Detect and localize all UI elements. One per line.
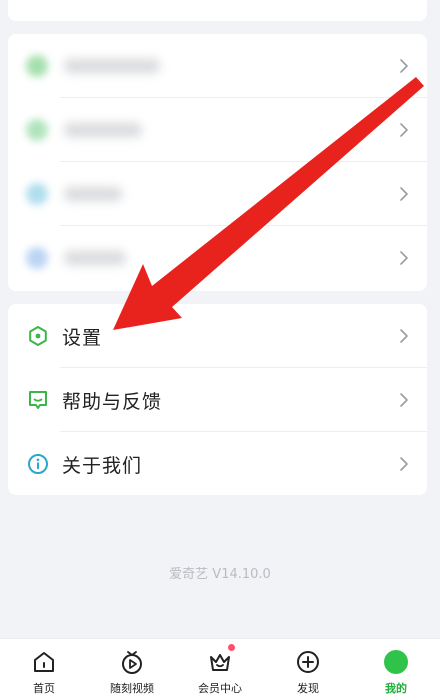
menu-item-help-feedback[interactable]: 帮助与反馈 xyxy=(8,368,427,432)
screen: 设置 帮助与反馈 关于我们 爱奇艺 V14.10.0 首页 随刻视频 会员中心 … xyxy=(0,0,440,700)
blurred-menu-card xyxy=(8,34,427,291)
settings-menu-card: 设置 帮助与反馈 关于我们 xyxy=(8,304,427,495)
notification-badge xyxy=(228,644,235,651)
avatar-icon xyxy=(382,648,410,676)
chevron-right-icon xyxy=(400,251,408,265)
tab-label: 随刻视频 xyxy=(110,682,154,695)
blurred-icon xyxy=(26,183,48,205)
blurred-icon xyxy=(26,247,48,269)
tab-home[interactable]: 首页 xyxy=(0,639,88,700)
blurred-row-2[interactable] xyxy=(8,98,427,162)
tab-label: 首页 xyxy=(33,682,55,695)
tab-label: 我的 xyxy=(385,682,407,695)
blurred-label xyxy=(64,251,126,265)
chevron-right-icon xyxy=(400,123,408,137)
tab-mine[interactable]: 我的 xyxy=(352,639,440,700)
bottom-tab-bar: 首页 随刻视频 会员中心 发现 我的 xyxy=(0,638,440,700)
avatar xyxy=(384,650,408,674)
chevron-right-icon xyxy=(400,393,408,407)
top-card xyxy=(8,0,427,21)
blurred-icon xyxy=(26,119,48,141)
play-tv-icon xyxy=(118,648,146,676)
crown-icon xyxy=(206,648,234,676)
blurred-icon xyxy=(26,55,48,77)
chat-bubble-icon xyxy=(26,388,50,412)
tab-suike-video[interactable]: 随刻视频 xyxy=(88,639,176,700)
chevron-right-icon xyxy=(400,329,408,343)
blurred-row-4[interactable] xyxy=(8,226,427,290)
chevron-right-icon xyxy=(400,457,408,471)
blurred-label xyxy=(64,59,160,73)
app-version: 爱奇艺 V14.10.0 xyxy=(169,567,271,582)
blurred-label xyxy=(64,187,122,201)
info-circle-icon xyxy=(26,452,50,476)
menu-item-settings[interactable]: 设置 xyxy=(8,304,427,368)
chevron-right-icon xyxy=(400,187,408,201)
blurred-row-3[interactable] xyxy=(8,162,427,226)
blurred-row-1[interactable] xyxy=(8,34,427,98)
plus-circle-icon xyxy=(294,648,322,676)
menu-item-label: 设置 xyxy=(62,326,103,349)
tab-discover[interactable]: 发现 xyxy=(264,639,352,700)
chevron-right-icon xyxy=(400,59,408,73)
menu-item-label: 帮助与反馈 xyxy=(62,390,163,413)
tab-vip-center[interactable]: 会员中心 xyxy=(176,639,264,700)
menu-item-label: 关于我们 xyxy=(62,454,143,477)
tab-label: 发现 xyxy=(297,682,319,695)
home-icon xyxy=(30,648,58,676)
blurred-label xyxy=(64,123,142,137)
menu-item-about-us[interactable]: 关于我们 xyxy=(8,432,427,496)
hexagon-settings-icon xyxy=(26,324,50,348)
tab-label: 会员中心 xyxy=(198,682,242,695)
